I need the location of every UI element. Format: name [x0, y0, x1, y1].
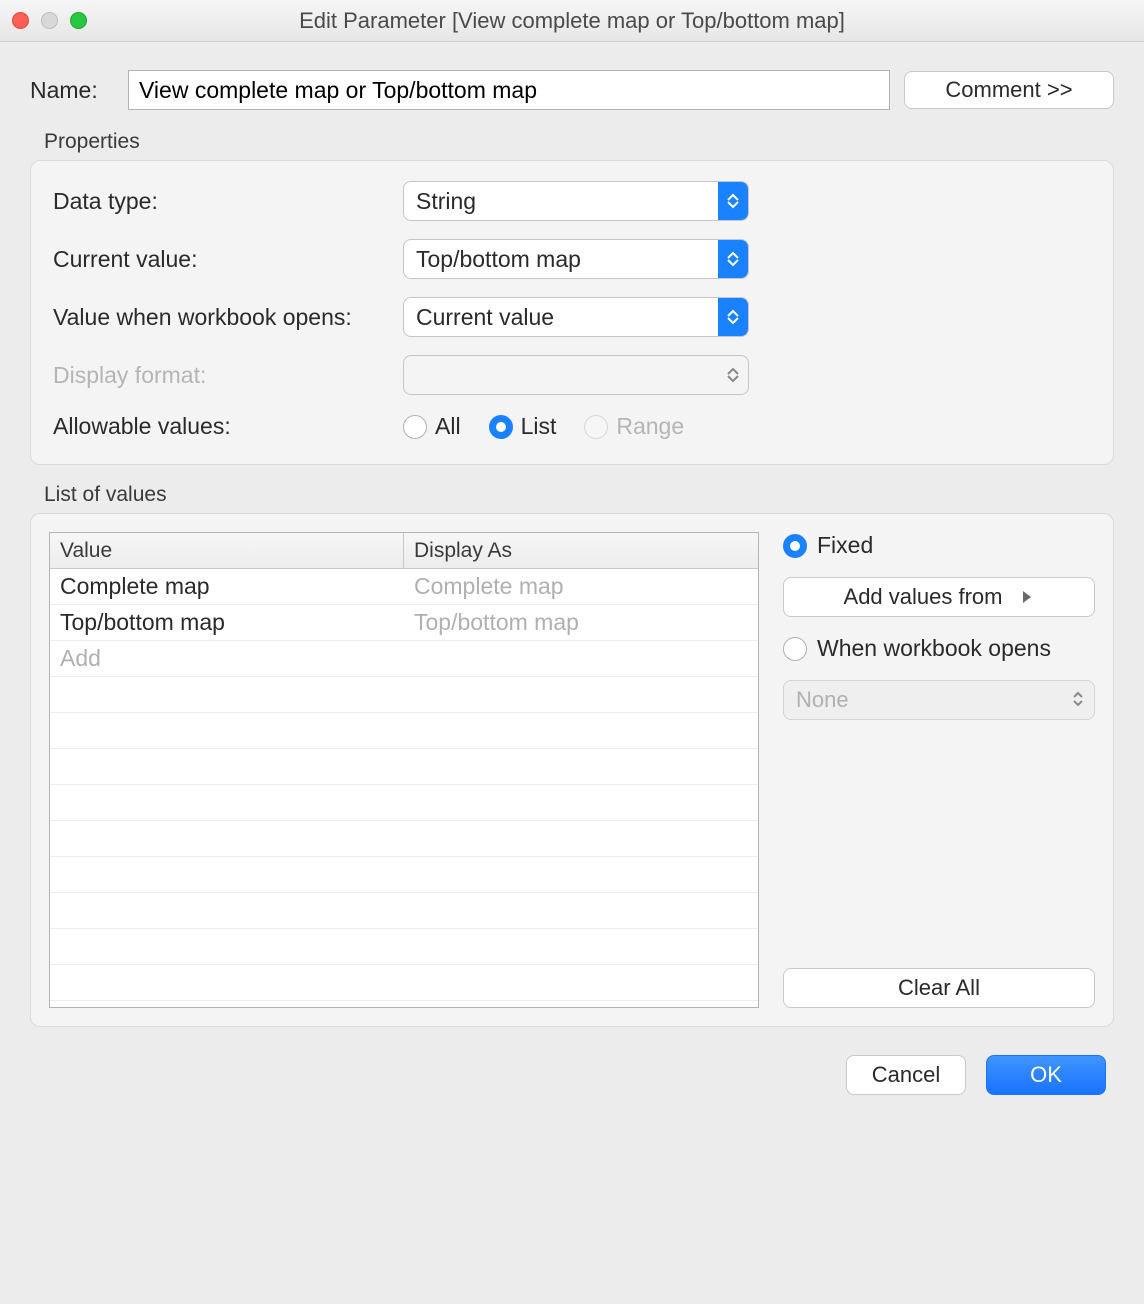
cancel-button[interactable]: Cancel — [846, 1055, 966, 1095]
radio-icon — [584, 415, 608, 439]
display-format-label: Display format: — [53, 362, 403, 389]
cell-display-as: Complete map — [404, 571, 758, 602]
allowable-label: Allowable values: — [53, 413, 403, 440]
display-format-select — [403, 355, 749, 395]
table-row — [50, 965, 758, 1001]
add-values-label: Add values from — [844, 584, 1003, 610]
clear-all-label: Clear All — [898, 975, 980, 1001]
add-placeholder: Add — [50, 643, 404, 674]
table-row[interactable]: Top/bottom map Top/bottom map — [50, 605, 758, 641]
list-panel: Value Display As Complete map Complete m… — [30, 513, 1114, 1027]
radio-list-label: List — [521, 413, 557, 440]
table-header: Value Display As — [50, 533, 758, 569]
window-title: Edit Parameter [View complete map or Top… — [0, 8, 1144, 34]
current-value-select[interactable]: Top/bottom map — [403, 239, 749, 279]
radio-range-label: Range — [616, 413, 684, 440]
name-input[interactable] — [128, 70, 890, 110]
table-row — [50, 785, 758, 821]
on-open-value: Current value — [404, 298, 718, 336]
table-add-row[interactable]: Add — [50, 641, 758, 677]
chevron-right-icon — [1020, 590, 1034, 604]
data-type-value: String — [404, 182, 718, 220]
data-type-label: Data type: — [53, 188, 403, 215]
chevron-updown-icon — [718, 298, 748, 336]
cell-display-as: Top/bottom map — [404, 607, 758, 638]
radio-when-open-label: When workbook opens — [817, 635, 1051, 662]
radio-icon — [489, 415, 513, 439]
chevron-updown-icon — [718, 182, 748, 220]
ok-button[interactable]: OK — [986, 1055, 1106, 1095]
cell-value: Complete map — [50, 571, 404, 602]
th-value: Value — [50, 533, 404, 568]
titlebar: Edit Parameter [View complete map or Top… — [0, 0, 1144, 42]
table-row[interactable]: Complete map Complete map — [50, 569, 758, 605]
table-row — [50, 929, 758, 965]
radio-list[interactable]: List — [489, 413, 557, 440]
table-row — [50, 677, 758, 713]
radio-range: Range — [584, 413, 684, 440]
table-row — [50, 749, 758, 785]
name-label: Name: — [30, 77, 114, 104]
list-group-label: List of values — [44, 483, 1114, 507]
current-value-value: Top/bottom map — [404, 240, 718, 278]
radio-all[interactable]: All — [403, 413, 461, 440]
radio-icon — [783, 534, 807, 558]
radio-icon — [783, 637, 807, 661]
radio-when-open[interactable]: When workbook opens — [783, 635, 1095, 662]
cell-value: Top/bottom map — [50, 607, 404, 638]
values-table[interactable]: Value Display As Complete map Complete m… — [49, 532, 759, 1008]
table-row — [50, 857, 758, 893]
data-type-select[interactable]: String — [403, 181, 749, 221]
display-format-value — [404, 356, 718, 394]
when-open-value: None — [796, 687, 849, 713]
chevron-updown-icon — [1072, 687, 1084, 713]
table-row — [50, 713, 758, 749]
chevron-updown-icon — [718, 356, 748, 394]
clear-all-button[interactable]: Clear All — [783, 968, 1095, 1008]
properties-group-label: Properties — [44, 130, 1114, 154]
radio-fixed[interactable]: Fixed — [783, 532, 1095, 559]
th-display-as: Display As — [404, 533, 758, 568]
table-row — [50, 821, 758, 857]
table-body: Complete map Complete map Top/bottom map… — [50, 569, 758, 1007]
when-open-select: None — [783, 680, 1095, 720]
table-row — [50, 893, 758, 929]
add-values-button[interactable]: Add values from — [783, 577, 1095, 617]
on-open-select[interactable]: Current value — [403, 297, 749, 337]
radio-fixed-label: Fixed — [817, 532, 873, 559]
current-value-label: Current value: — [53, 246, 403, 273]
on-open-label: Value when workbook opens: — [53, 304, 403, 331]
properties-panel: Data type: String Current value: Top/bot… — [30, 160, 1114, 465]
comment-button[interactable]: Comment >> — [904, 71, 1114, 109]
radio-all-label: All — [435, 413, 461, 440]
chevron-updown-icon — [718, 240, 748, 278]
radio-icon — [403, 415, 427, 439]
